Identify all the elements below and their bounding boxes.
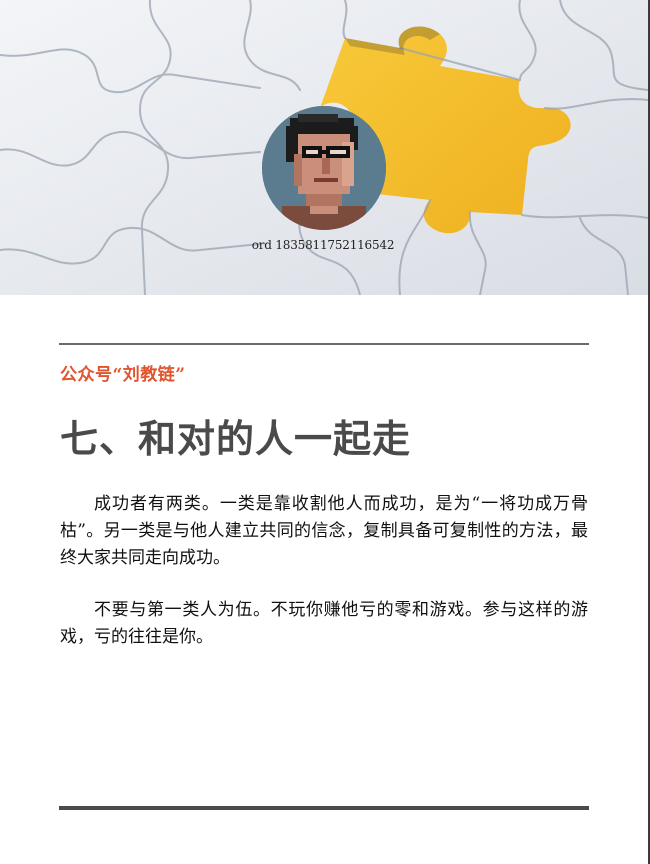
page-title: 七、和对的人一起走	[60, 416, 412, 461]
hero-image: ord 18358117521165​42	[0, 0, 648, 295]
top-divider	[59, 343, 589, 345]
pixel-portrait-icon	[262, 106, 386, 230]
avatar-caption: ord 18358117521165​42	[251, 238, 395, 252]
avatar	[262, 106, 386, 230]
source-label: 公众号“刘教链”	[60, 365, 186, 385]
paragraph-1: 成功者有两类。一类是靠收割他人而成功，是为“一将功成万骨枯”。另一类是与他人建立…	[60, 494, 588, 568]
bottom-divider	[59, 806, 589, 810]
paragraph-2: 不要与第一类人为伍。不玩你赚他亏的零和游戏。参与这样的游戏，亏的往往是你。	[60, 600, 588, 647]
